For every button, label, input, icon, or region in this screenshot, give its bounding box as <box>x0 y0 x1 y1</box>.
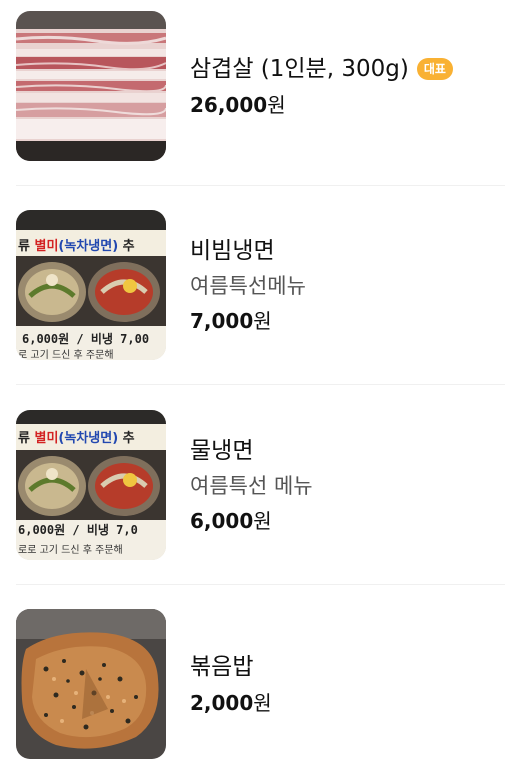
board-price-line: 6,000원 / 비냉 7,00 <box>22 331 149 346</box>
naengmyeon-menu-board-image: 류 별미(녹차냉면) 추 6,000원 / 비냉 7,00 로 고기 드신 후 … <box>16 210 166 360</box>
divider <box>16 185 505 186</box>
menu-info: 삼겹살 (1인분, 300g) 대표 26,000원 <box>190 54 453 118</box>
menu-item-fried-rice[interactable]: 볶음밥 2,000원 <box>16 608 505 760</box>
board-bottom-line: 로 고기 드신 후 주문해 <box>18 348 114 360</box>
divider <box>16 584 505 585</box>
board-blue: (녹차냉면) <box>58 238 118 254</box>
board-blue: (녹차냉면) <box>58 430 118 446</box>
divider <box>16 384 505 385</box>
board-prefix: 류 <box>18 239 35 254</box>
pork-belly-photo <box>16 11 166 161</box>
menu-item-mul-naengmyeon[interactable]: 류 별미(녹차냉면) 추 6,000원 / 비냉 7,0 로로 고기 드신 후 … <box>16 409 505 561</box>
menu-info: 볶음밥 2,000원 <box>190 652 272 716</box>
menu-info: 물냉면 여름특선 메뉴 6,000원 <box>190 436 313 534</box>
price-unit: 원 <box>253 691 272 715</box>
board-prefix: 류 <box>18 431 35 446</box>
fried-rice-photo <box>16 609 166 759</box>
signature-badge: 대표 <box>416 58 453 80</box>
price-amount: 7,000 <box>190 309 254 333</box>
menu-item-pork-belly[interactable]: 삼겹살 (1인분, 300g) 대표 26,000원 <box>16 10 505 162</box>
naengmyeon-menu-board-image: 류 별미(녹차냉면) 추 6,000원 / 비냉 7,0 로로 고기 드신 후 … <box>16 410 166 560</box>
menu-price: 7,000원 <box>190 308 306 334</box>
mul-naengmyeon-photo: 류 별미(녹차냉면) 추 6,000원 / 비냉 7,0 로로 고기 드신 후 … <box>16 410 166 560</box>
price-unit: 원 <box>267 93 286 117</box>
pork-belly-image <box>16 11 166 161</box>
name-row: 비빔냉면 <box>190 236 306 266</box>
name-row: 물냉면 <box>190 436 313 466</box>
menu-price: 2,000원 <box>190 690 272 716</box>
price-unit: 원 <box>253 309 272 333</box>
price-unit: 원 <box>253 509 272 533</box>
svg-text:류 별미(녹차냉면) 추: 류 별미(녹차냉면) 추 <box>18 238 135 254</box>
menu-name: 볶음밥 <box>190 654 254 680</box>
name-row: 삼겹살 (1인분, 300g) 대표 <box>190 54 453 84</box>
name-row: 볶음밥 <box>190 652 272 682</box>
board-price-line: 6,000원 / 비냉 7,0 <box>18 522 138 537</box>
menu-description: 여름특선메뉴 <box>190 274 306 298</box>
menu-price: 6,000원 <box>190 508 313 534</box>
menu-description: 여름특선 메뉴 <box>190 474 313 498</box>
menu-item-bibim-naengmyeon[interactable]: 류 별미(녹차냉면) 추 6,000원 / 비냉 7,00 로 고기 드신 후 … <box>16 209 505 361</box>
menu-name: 삼겹살 (1인분, 300g) <box>190 56 409 82</box>
board-suffix: 추 <box>118 238 135 254</box>
price-amount: 6,000 <box>190 509 254 533</box>
board-red: 별미 <box>35 430 59 446</box>
menu-name: 물냉면 <box>190 438 254 464</box>
fried-rice-image <box>16 609 166 759</box>
bibim-naengmyeon-photo: 류 별미(녹차냉면) 추 6,000원 / 비냉 7,00 로 고기 드신 후 … <box>16 210 166 360</box>
board-red: 별미 <box>35 238 59 254</box>
board-suffix: 추 <box>118 430 135 446</box>
board-bottom-line: 로로 고기 드신 후 주문해 <box>18 543 123 556</box>
price-amount: 2,000 <box>190 691 254 715</box>
menu-name: 비빔냉면 <box>190 238 275 264</box>
svg-text:류 별미(녹차냉면) 추: 류 별미(녹차냉면) 추 <box>18 430 135 446</box>
menu-info: 비빔냉면 여름특선메뉴 7,000원 <box>190 236 306 334</box>
menu-price: 26,000원 <box>190 92 453 118</box>
price-amount: 26,000 <box>190 93 268 117</box>
